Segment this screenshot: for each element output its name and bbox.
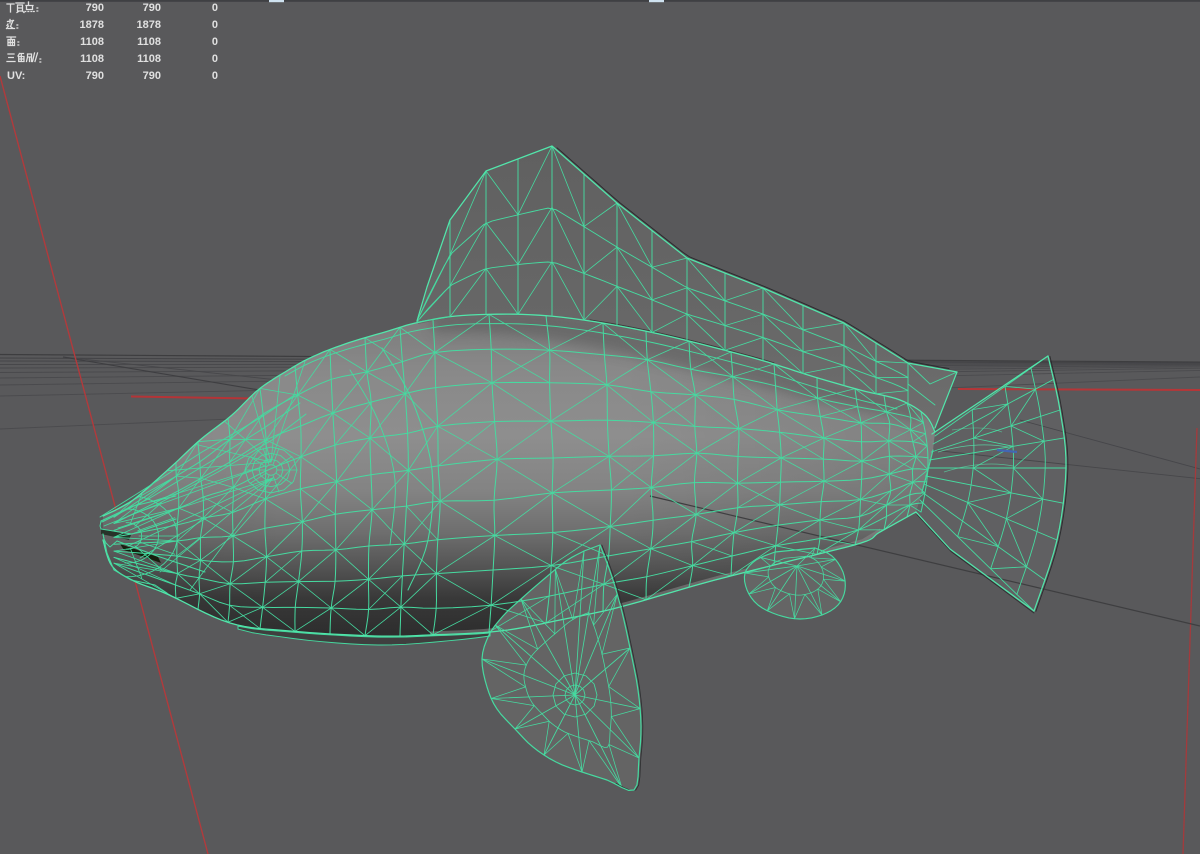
svg-text:0: 0 [212,19,218,31]
svg-text:0: 0 [212,36,218,48]
svg-text:790: 790 [86,2,104,14]
svg-text:0: 0 [212,2,218,14]
svg-text:0: 0 [212,53,218,65]
svg-text:790: 790 [86,70,104,82]
svg-text:790: 790 [143,2,161,14]
svg-text:790: 790 [143,70,161,82]
svg-text:1108: 1108 [80,53,104,65]
svg-text:1108: 1108 [137,36,161,48]
svg-text:0: 0 [212,70,218,82]
svg-text:UV:: UV: [7,70,25,82]
svg-text:1108: 1108 [137,53,161,65]
svg-text:1878: 1878 [137,19,161,31]
svg-text:1878: 1878 [80,19,104,31]
svg-text:1108: 1108 [80,36,104,48]
